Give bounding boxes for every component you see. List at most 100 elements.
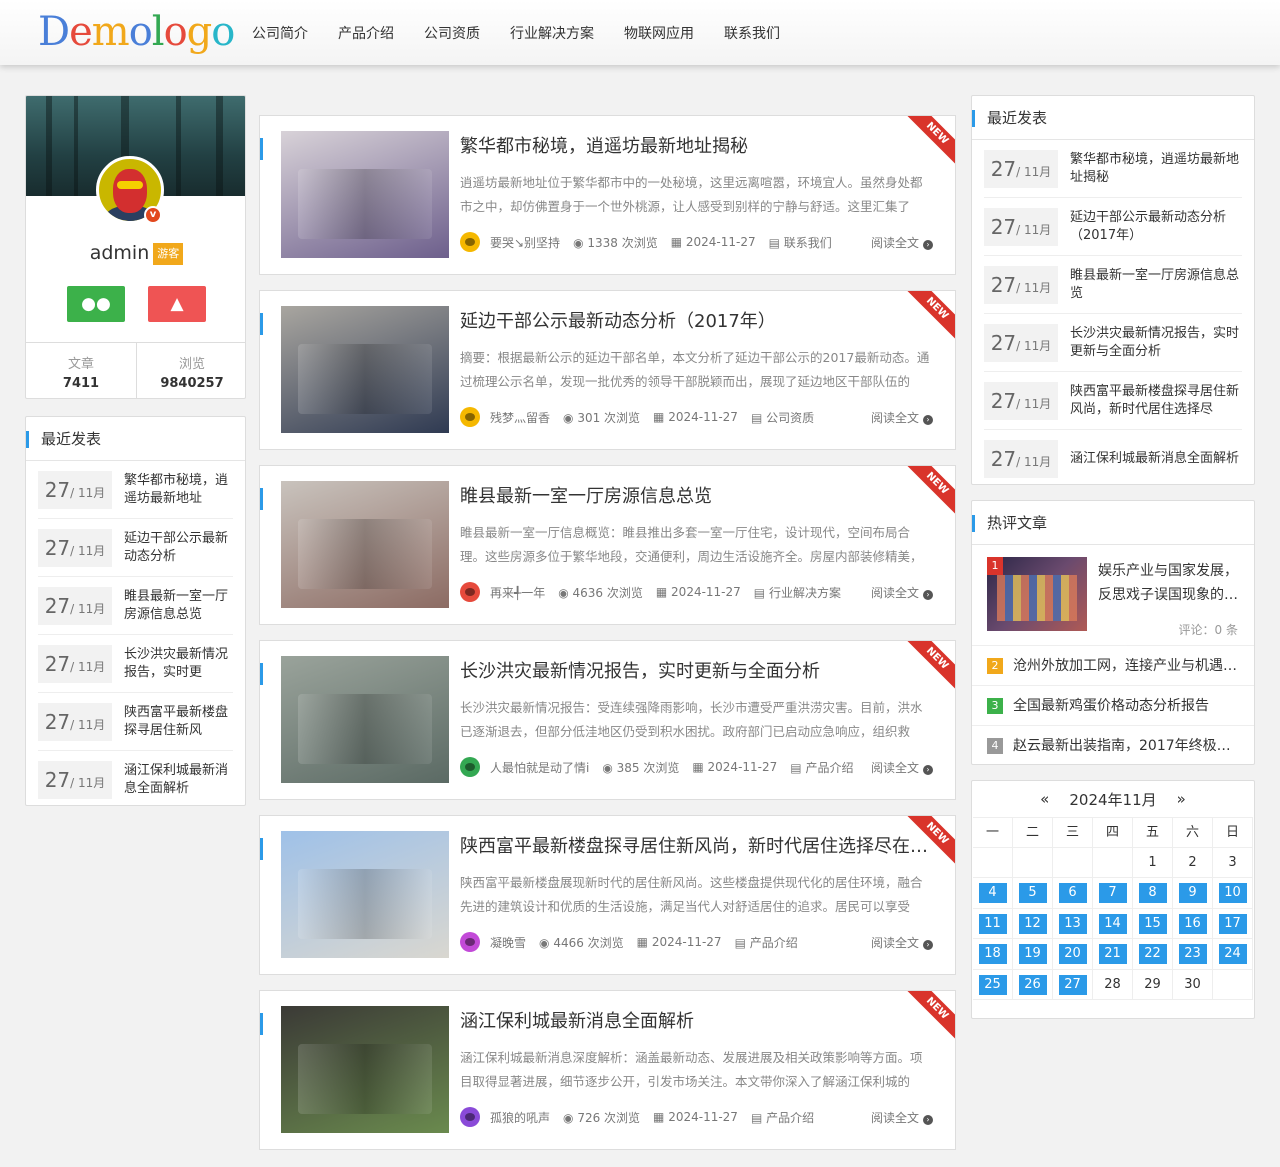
prev-month-button[interactable]: « — [1040, 790, 1049, 808]
calendar-day-number[interactable]: 4 — [978, 883, 1007, 903]
hot-item-featured[interactable]: 1 娱乐产业与国家发展，反思戏子误国现象的… 评论：0 条 — [972, 545, 1254, 646]
recent-title[interactable]: 涵江保利城最新消息全面解析 — [124, 762, 233, 798]
recent-item[interactable]: 27/ 11月 涵江保利城最新消息全面解析 — [38, 751, 233, 809]
calendar-day-link[interactable]: 8 — [1133, 878, 1173, 909]
calendar-day-link[interactable]: 24 — [1213, 939, 1253, 970]
wechat-button[interactable]: ●● — [67, 286, 125, 322]
calendar-day-number[interactable]: 17 — [1218, 913, 1247, 934]
calendar-day-link[interactable]: 23 — [1173, 939, 1213, 970]
calendar-day-number[interactable]: 21 — [1098, 944, 1127, 964]
recent-title[interactable]: 延边干部公示最新动态分析（2017年） — [1070, 209, 1240, 245]
author-name[interactable]: 再来╃一年 — [490, 584, 545, 601]
recent-title[interactable]: 繁华都市秘境，逍遥坊最新地址揭秘 — [1070, 151, 1240, 187]
calendar-day-link[interactable]: 17 — [1213, 908, 1253, 939]
author-name[interactable]: 残梦灬留香 — [490, 409, 550, 426]
recent-item[interactable]: 27/ 11月 繁华都市秘境，逍遥坊最新地址揭秘 — [984, 140, 1242, 198]
calendar-day-link[interactable]: 20 — [1053, 939, 1093, 970]
calendar-day-link[interactable]: 14 — [1093, 908, 1133, 939]
author-name[interactable]: 凝晚雪 — [490, 934, 526, 951]
calendar-day-link[interactable]: 11 — [973, 908, 1013, 939]
post-category[interactable]: ▤ 产品介绍 — [790, 759, 853, 776]
recent-title[interactable]: 陕西富平最新楼盘探寻居住新风尚，新时代居住选择尽 — [1070, 383, 1240, 419]
author-name[interactable]: 要哭↘别坚持 — [490, 234, 560, 251]
recent-title[interactable]: 陕西富平最新楼盘探寻居住新风 — [124, 704, 233, 740]
recent-item[interactable]: 27/ 11月 睢县最新一室一厅房源信息总览 — [38, 577, 233, 635]
read-more-link[interactable]: 阅读全文 › — [871, 584, 933, 601]
calendar-day-link[interactable]: 9 — [1173, 878, 1213, 909]
article-thumbnail[interactable] — [281, 481, 449, 608]
calendar-day-link[interactable]: 27 — [1053, 969, 1093, 1000]
author-avatar[interactable] — [460, 932, 480, 952]
site-logo[interactable]: Demologo — [38, 8, 235, 56]
article-thumbnail[interactable] — [281, 306, 449, 433]
calendar-day-number[interactable]: 15 — [1138, 913, 1167, 934]
hot-title[interactable]: 沧州外放加工网，连接产业与机遇… — [1013, 658, 1237, 674]
recent-title[interactable]: 长沙洪灾最新情况报告，实时更 — [124, 646, 233, 682]
author-avatar[interactable] — [460, 232, 480, 252]
recent-title[interactable]: 延边干部公示最新动态分析 — [124, 530, 233, 566]
nav-item-contact[interactable]: 联系我们 — [724, 23, 780, 43]
read-more-link[interactable]: 阅读全文 › — [871, 234, 933, 251]
article-title[interactable]: 涵江保利城最新消息全面解析 — [460, 1007, 935, 1037]
calendar-day-link[interactable]: 16 — [1173, 908, 1213, 939]
read-more-link[interactable]: 阅读全文 › — [871, 1109, 933, 1126]
calendar-day-link[interactable]: 25 — [973, 969, 1013, 1000]
recent-item[interactable]: 27/ 11月 长沙洪灾最新情况报告，实时更 — [38, 635, 233, 693]
calendar-day-number[interactable]: 10 — [1218, 883, 1247, 903]
post-category-text[interactable]: 产品介绍 — [750, 936, 798, 950]
recent-item[interactable]: 27/ 11月 陕西富平最新楼盘探寻居住新风 — [38, 693, 233, 751]
post-category[interactable]: ▤ 行业解决方案 — [754, 584, 841, 601]
calendar-day-link[interactable]: 5 — [1013, 878, 1053, 909]
article-title[interactable]: 长沙洪灾最新情况报告，实时更新与全面分析 — [460, 657, 935, 687]
article-title[interactable]: 睢县最新一室一厅房源信息总览 — [460, 482, 935, 512]
hot-title[interactable]: 全国最新鸡蛋价格动态分析报告 — [1013, 698, 1209, 714]
calendar-day-number[interactable]: 27 — [1058, 974, 1087, 995]
post-category[interactable]: ▤ 公司资质 — [751, 409, 814, 426]
calendar-day-number[interactable]: 19 — [1018, 944, 1047, 964]
post-category-text[interactable]: 联系我们 — [784, 236, 832, 250]
author-name[interactable]: 人最怕就是动了情i — [490, 759, 589, 776]
calendar-day-number[interactable]: 24 — [1218, 944, 1247, 964]
calendar-day-number[interactable]: 22 — [1138, 944, 1167, 964]
article-title[interactable]: 繁华都市秘境，逍遥坊最新地址揭秘 — [460, 132, 935, 162]
read-more-text[interactable]: 阅读全文 — [871, 586, 919, 600]
article-title[interactable]: 陕西富平最新楼盘探寻居住新风尚，新时代居住选择尽在富平 — [460, 832, 935, 862]
author-avatar[interactable] — [460, 582, 480, 602]
post-category-text[interactable]: 行业解决方案 — [769, 586, 841, 600]
read-more-link[interactable]: 阅读全文 › — [871, 409, 933, 426]
calendar-day-number[interactable]: 14 — [1098, 913, 1127, 934]
nav-item-iot[interactable]: 物联网应用 — [624, 23, 694, 43]
qq-button[interactable]: ▲ — [148, 286, 206, 322]
post-category-text[interactable]: 产品介绍 — [805, 761, 853, 775]
read-more-text[interactable]: 阅读全文 — [871, 761, 919, 775]
calendar-day-link[interactable]: 18 — [973, 939, 1013, 970]
recent-item[interactable]: 27/ 11月 延边干部公示最新动态分析（2017年） — [984, 198, 1242, 256]
next-month-button[interactable]: » — [1177, 790, 1186, 808]
calendar-day-number[interactable]: 26 — [1018, 974, 1047, 995]
author-avatar[interactable] — [460, 757, 480, 777]
article-thumbnail[interactable] — [281, 656, 449, 783]
calendar-day-link[interactable]: 4 — [973, 878, 1013, 909]
read-more-text[interactable]: 阅读全文 — [871, 1111, 919, 1125]
calendar-day-number[interactable]: 11 — [978, 913, 1007, 934]
hot-item[interactable]: 4 赵云最新出装指南，2017年终极… — [972, 726, 1254, 766]
recent-item[interactable]: 27/ 11月 延边干部公示最新动态分析 — [38, 519, 233, 577]
calendar-day-link[interactable]: 6 — [1053, 878, 1093, 909]
read-more-link[interactable]: 阅读全文 › — [871, 934, 933, 951]
post-category-text[interactable]: 产品介绍 — [766, 1111, 814, 1125]
calendar-day-link[interactable]: 10 — [1213, 878, 1253, 909]
calendar-day-link[interactable]: 7 — [1093, 878, 1133, 909]
nav-item-qualification[interactable]: 公司资质 — [424, 23, 480, 43]
calendar-day-number[interactable]: 12 — [1018, 913, 1047, 934]
read-more-text[interactable]: 阅读全文 — [871, 236, 919, 250]
calendar-day-number[interactable]: 25 — [978, 974, 1007, 995]
hot-item[interactable]: 3 全国最新鸡蛋价格动态分析报告 — [972, 686, 1254, 726]
read-more-link[interactable]: 阅读全文 › — [871, 759, 933, 776]
calendar-day-number[interactable]: 18 — [978, 944, 1007, 964]
calendar-day-link[interactable]: 12 — [1013, 908, 1053, 939]
author-avatar[interactable] — [460, 407, 480, 427]
calendar-day-number[interactable]: 13 — [1058, 913, 1087, 934]
post-category[interactable]: ▤ 产品介绍 — [735, 934, 798, 951]
recent-item[interactable]: 27/ 11月 繁华都市秘境，逍遥坊最新地址 — [38, 461, 233, 519]
read-more-text[interactable]: 阅读全文 — [871, 411, 919, 425]
